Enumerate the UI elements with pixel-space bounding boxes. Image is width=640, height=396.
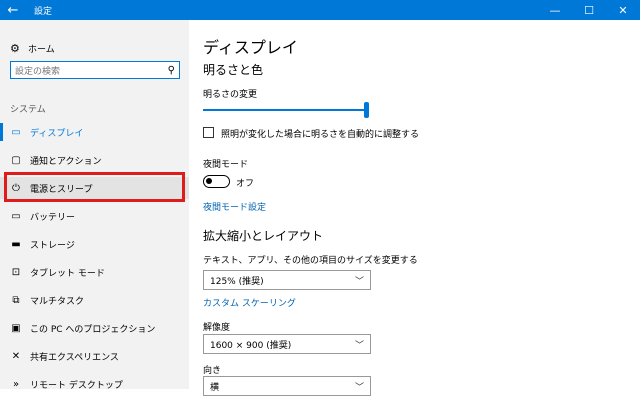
auto-brightness-label: 照明が変化した場合に明るさを自動的に調整する [221, 130, 420, 140]
sidebar-item-label: タブレット モード [30, 268, 105, 279]
page-title: ディスプレイ [203, 38, 298, 57]
display-icon: ▭ [11, 126, 21, 138]
scale-heading: 拡大縮小とレイアウト [203, 229, 324, 243]
share-icon: ✕ [11, 350, 21, 362]
night-mode-label: 夜間モード [203, 160, 249, 170]
toggle-knob [206, 178, 212, 184]
custom-scaling-link[interactable]: カスタム スケーリング [203, 296, 296, 309]
title-bar: ← 設定 — ☐ ✕ [0, 0, 640, 20]
sidebar: ⚙ ホーム 設定の検索 ⚲ システム ▭ ディスプレイ ▢ 通知とアクション ⏻… [0, 20, 189, 391]
search-input[interactable]: 設定の検索 ⚲ [10, 61, 180, 79]
brightness-slider-track[interactable] [203, 109, 367, 111]
brightness-label: 明るさの変更 [203, 90, 258, 100]
brightness-slider-thumb[interactable] [364, 102, 369, 118]
sidebar-item-label: この PC へのプロジェクション [30, 324, 156, 335]
sidebar-item-label: バッテリー [30, 212, 76, 223]
night-mode-state: オフ [236, 179, 255, 189]
back-button[interactable]: ← [0, 0, 26, 20]
scale-label: テキスト、アプリ、その他の項目のサイズを変更する [203, 256, 418, 266]
sidebar-item-notifications[interactable]: ▢ 通知とアクション [0, 149, 189, 171]
night-mode-settings-link[interactable]: 夜間モード設定 [203, 200, 266, 213]
auto-brightness-checkbox[interactable] [203, 127, 214, 138]
sidebar-item-remote-desktop[interactable]: » リモート デスクトップ [0, 373, 189, 395]
tablet-icon: ⊡ [11, 266, 21, 278]
sidebar-item-shared-experiences[interactable]: ✕ 共有エクスペリエンス [0, 345, 189, 367]
scale-dropdown[interactable]: 125% (推奨) ﹀ [203, 270, 371, 290]
storage-icon: ▬ [11, 238, 21, 250]
sidebar-item-multitasking[interactable]: ⧉ マルチタスク [0, 289, 189, 311]
resolution-label: 解像度 [203, 323, 231, 333]
sidebar-item-label: ストレージ [30, 240, 75, 251]
red-highlight-box [4, 172, 185, 202]
scale-value: 125% (推奨) [210, 276, 264, 287]
minimize-button[interactable]: — [538, 0, 572, 20]
sidebar-item-battery[interactable]: ▭ バッテリー [0, 205, 189, 227]
close-button[interactable]: ✕ [606, 0, 640, 20]
home-link[interactable]: ⚙ ホーム [10, 40, 55, 56]
active-indicator [0, 123, 3, 141]
sidebar-item-label: マルチタスク [30, 296, 85, 307]
maximize-button[interactable]: ☐ [572, 0, 606, 20]
sidebar-item-projection[interactable]: ▣ この PC へのプロジェクション [0, 317, 189, 339]
orientation-dropdown[interactable]: 横 ﹀ [203, 376, 371, 396]
section-label: システム [10, 105, 46, 115]
chevron-down-icon: ﹀ [354, 340, 364, 351]
sidebar-item-label: ディスプレイ [30, 128, 84, 139]
sidebar-item-label: 通知とアクション [30, 156, 102, 167]
home-label: ホーム [28, 44, 55, 55]
projection-icon: ▣ [11, 322, 21, 334]
window-title: 設定 [34, 7, 53, 17]
remote-desktop-icon: » [12, 378, 20, 390]
battery-icon: ▭ [11, 210, 21, 222]
gear-icon: ⚙ [10, 41, 20, 55]
resolution-value: 1600 × 900 (推奨) [210, 340, 292, 351]
multitask-icon: ⧉ [12, 294, 20, 306]
sidebar-item-tablet-mode[interactable]: ⊡ タブレット モード [0, 261, 189, 283]
orientation-value: 横 [210, 382, 220, 393]
main-content: ディスプレイ 明るさと色 明るさの変更 照明が変化した場合に明るさを自動的に調整… [189, 20, 640, 396]
search-icon: ⚲ [167, 64, 175, 76]
brightness-heading: 明るさと色 [203, 63, 264, 77]
chevron-down-icon: ﹀ [354, 276, 364, 287]
sidebar-item-label: 共有エクスペリエンス [30, 352, 119, 363]
search-placeholder: 設定の検索 [15, 66, 61, 77]
sidebar-item-storage[interactable]: ▬ ストレージ [0, 233, 189, 255]
notification-icon: ▢ [11, 154, 21, 166]
sidebar-item-display[interactable]: ▭ ディスプレイ [0, 121, 189, 143]
chevron-down-icon: ﹀ [354, 382, 364, 393]
orientation-label: 向き [203, 366, 222, 376]
resolution-dropdown[interactable]: 1600 × 900 (推奨) ﹀ [203, 334, 371, 354]
night-mode-toggle[interactable] [203, 175, 230, 188]
